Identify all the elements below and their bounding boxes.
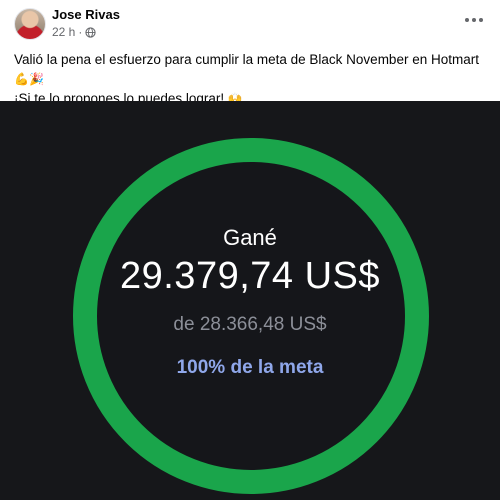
meta-separator: ·	[78, 25, 83, 39]
post-meta: 22 h ·	[52, 25, 96, 39]
globe-icon	[85, 26, 96, 38]
post-header: Jose Rivas 22 h ·	[0, 0, 500, 44]
avatar[interactable]	[14, 8, 46, 40]
post-text-line-1: Valió la pena el esfuerzo para cumplir l…	[14, 52, 479, 86]
goal-percent: 100% de la meta	[176, 357, 324, 378]
muscle-party-emoji: 💪🎉	[14, 72, 44, 86]
more-options-button[interactable]	[462, 10, 486, 30]
earned-label: Gané	[223, 225, 277, 250]
post-time[interactable]: 22 h	[52, 25, 75, 39]
goal-amount: de 28.366,48 US$	[173, 314, 327, 335]
post-image[interactable]: Gané 29.379,74 US$ de 28.366,48 US$ 100%…	[0, 101, 500, 500]
more-options-icon	[465, 18, 469, 22]
earned-amount: 29.379,74 US$	[119, 255, 381, 297]
author-name[interactable]: Jose Rivas	[52, 7, 120, 22]
